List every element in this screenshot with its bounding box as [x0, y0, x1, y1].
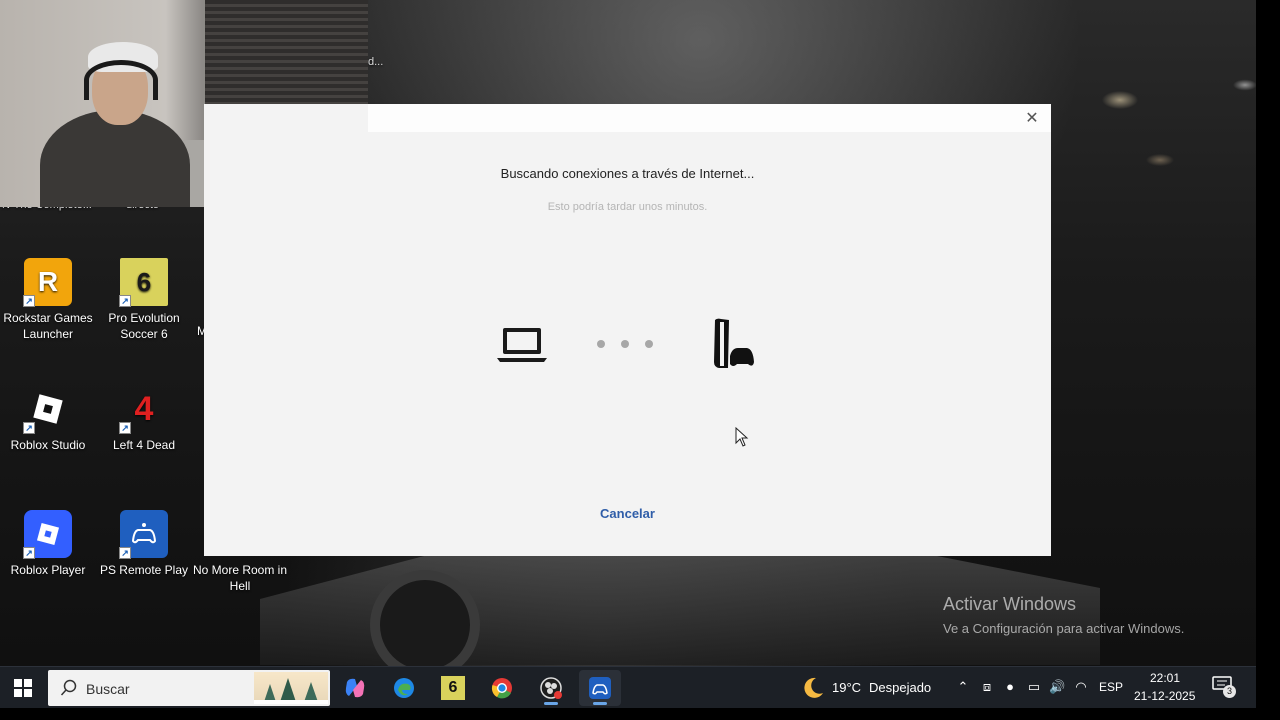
wifi-icon[interactable]: ◠	[1073, 679, 1089, 695]
screen-bottom-edge	[0, 708, 1256, 720]
volume-icon[interactable]: 🔊	[1049, 679, 1065, 695]
camera-privacy-icon[interactable]: ⧈	[979, 679, 995, 695]
pes6-icon: 6	[441, 676, 465, 700]
start-button[interactable]	[2, 670, 44, 706]
shortcut-arrow-icon: ↗	[23, 422, 35, 434]
progress-dot	[645, 340, 653, 348]
desktop-icon-roblox-studio[interactable]: ↗ Roblox Studio	[0, 385, 96, 453]
desktop-icon-left4dead[interactable]: 4 ↗ Left 4 Dead	[96, 385, 192, 453]
copilot-icon	[345, 678, 365, 698]
clock-time[interactable]: 22:01	[1150, 671, 1180, 685]
shortcut-arrow-icon: ↗	[23, 547, 35, 559]
pes6-icon: 6 ↗	[119, 258, 168, 307]
laptop-icon	[497, 328, 547, 362]
desktop-icon-ps-remote-play[interactable]: ↗ PS Remote Play	[96, 510, 192, 578]
taskbar-app-obs[interactable]	[530, 670, 572, 706]
desktop-icon-rockstar[interactable]: R ↗ Rockstar Games Launcher	[0, 258, 96, 342]
ps-remote-play-icon: ↗	[119, 510, 168, 559]
ps5-console-icon	[714, 318, 754, 368]
taskbar-app-ps-remote-play[interactable]	[579, 670, 621, 706]
desktop-icon-label: Soccer 6	[120, 327, 168, 341]
remote-play-connection-dialog: ✕ Buscando conexiones a través de Intern…	[204, 104, 1051, 556]
battery-icon[interactable]: ▭	[1026, 679, 1042, 695]
dialog-titlebar: ✕	[368, 104, 1051, 132]
windows-logo-icon	[14, 679, 32, 697]
shortcut-arrow-icon: ↗	[119, 547, 131, 559]
taskbar-app-copilot[interactable]	[334, 670, 376, 706]
notification-count-badge: 3	[1223, 685, 1236, 698]
dialog-heading: Buscando conexiones a través de Internet…	[500, 166, 755, 181]
chevron-up-icon[interactable]: ⌃	[955, 679, 971, 695]
desktop-icon-label: Left 4 Dead	[112, 438, 176, 452]
weather-moon-icon[interactable]	[800, 675, 826, 701]
dialog-subheading: Esto podría tardar unos minutos.	[547, 201, 708, 213]
screen-edge	[1256, 0, 1280, 720]
shortcut-arrow-icon: ↗	[119, 422, 131, 434]
desktop-icon-label-partial: d...	[368, 56, 384, 68]
desktop-icon-label: Pro Evolution	[108, 311, 180, 325]
ps-remote-play-icon	[589, 677, 611, 699]
shortcut-arrow-icon: ↗	[119, 295, 131, 307]
desktop-icon-label: PS Remote Play	[99, 563, 189, 577]
wallpaper-car-wheel	[370, 570, 480, 680]
taskbar-app-edge[interactable]	[383, 670, 425, 706]
watermark-subtitle: Ve a Configuración para activar Windows.	[943, 621, 1185, 636]
activate-windows-watermark: Activar Windows Ve a Configuración para …	[943, 594, 1184, 636]
desktop-icon-label: Rockstar Games	[3, 311, 93, 325]
rockstar-icon: R ↗	[23, 258, 72, 307]
cancel-button[interactable]: Cancelar	[204, 506, 1051, 521]
search-highlight-image	[254, 672, 328, 704]
taskbar: Buscar 6 19°C Despejado ⌃ ⧈ ● ▭ 🔊 ◠ ESP …	[0, 666, 1256, 709]
desktop-icon-roblox-player[interactable]: ↗ Roblox Player	[0, 510, 96, 578]
running-indicator	[544, 702, 558, 705]
obs-icon	[540, 677, 562, 699]
desktop-icon-label: Launcher	[22, 327, 74, 341]
progress-dot	[621, 340, 629, 348]
clock-date[interactable]: 21-12-2025	[1134, 689, 1195, 703]
desktop-icon-label: Roblox Studio	[10, 438, 86, 452]
headset-icon	[84, 60, 158, 100]
desktop-icon-label: Roblox Player	[10, 563, 86, 577]
microphone-icon[interactable]: ●	[1002, 679, 1018, 695]
desktop-icon-label: No More Room in	[192, 563, 288, 577]
chrome-icon	[491, 678, 512, 699]
search-placeholder: Buscar	[86, 681, 130, 697]
shortcut-arrow-icon: ↗	[23, 295, 35, 307]
connection-progress-dots	[597, 340, 661, 350]
desktop-icon-label: Hell	[229, 579, 251, 593]
input-language[interactable]: ESP	[1099, 680, 1123, 694]
search-icon	[60, 679, 77, 696]
weather-condition[interactable]: Despejado	[869, 680, 931, 695]
desktop-icon-pes6[interactable]: 6 ↗ Pro Evolution Soccer 6	[96, 258, 192, 342]
roblox-studio-icon: ↗	[23, 385, 72, 434]
progress-dot	[597, 340, 605, 348]
running-indicator	[593, 702, 607, 705]
taskbar-search-box[interactable]: Buscar	[48, 670, 330, 706]
taskbar-app-pes6[interactable]: 6	[432, 670, 474, 706]
mouse-cursor-icon	[735, 427, 749, 447]
roblox-player-icon: ↗	[23, 510, 72, 559]
weather-temperature[interactable]: 19°C	[832, 680, 861, 695]
left4dead-icon: 4 ↗	[119, 385, 168, 434]
edge-icon	[394, 678, 414, 698]
taskbar-app-chrome[interactable]	[481, 670, 523, 706]
notifications-button[interactable]: 3	[1212, 676, 1238, 700]
close-icon[interactable]: ✕	[1021, 108, 1043, 130]
watermark-title: Activar Windows	[943, 594, 1077, 614]
